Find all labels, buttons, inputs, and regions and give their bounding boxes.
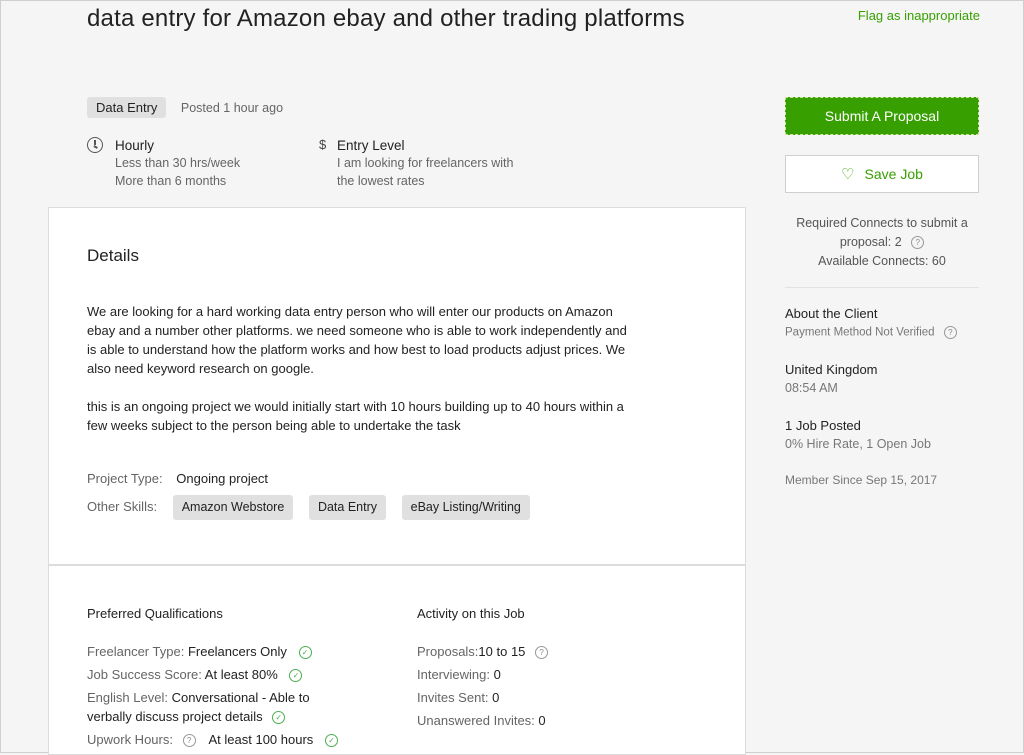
skill-tag[interactable]: Amazon Webstore (172, 495, 294, 520)
proposals-label: Proposals: (417, 644, 479, 659)
description-line: is able to understand how the platform w… (87, 342, 626, 357)
jss-label: Job Success Score: (87, 667, 202, 682)
question-icon[interactable]: ? (535, 646, 549, 660)
dollar-icon: $ (319, 137, 327, 152)
submit-proposal-button[interactable]: Submit A Proposal (785, 97, 979, 135)
client-local-time: 08:54 AM (785, 381, 838, 395)
clock-icon (87, 137, 103, 153)
jss-value: At least 80% (204, 667, 278, 682)
english-label: English Level: (87, 690, 168, 705)
english-level-row: English Level: Conversational - Able to … (87, 688, 310, 726)
hire-rate: 0% Hire Rate, 1 Open Job (785, 437, 931, 451)
connects-line3: Available Connects: 60 (818, 254, 946, 268)
unanswered-label: Unanswered Invites: (417, 713, 535, 728)
client-country: United Kingdom (785, 362, 878, 377)
interviewing-row: Interviewing: 0 (417, 665, 501, 684)
level-line1: I am looking for freelancers with (337, 156, 514, 170)
check-circle-icon: ✓ (324, 734, 338, 748)
details-heading: Details (87, 246, 139, 265)
payment-status: Payment Method Not Verified ? (785, 326, 957, 339)
payment-status-text: Payment Method Not Verified (785, 326, 935, 339)
submit-proposal-label: Submit A Proposal (824, 108, 940, 124)
interviewing-label: Interviewing: (417, 667, 490, 682)
english-value-line2: verbally discuss project details (87, 709, 263, 724)
other-skills-label: Other Skills: (87, 499, 158, 514)
posted-time: Posted 1 hour ago (180, 101, 284, 115)
description-line: ebay and a number other platforms. we ne… (87, 323, 627, 338)
invites-value: 0 (492, 690, 500, 705)
save-job-button[interactable]: ♡ Save Job (785, 155, 979, 193)
jobs-posted: 1 Job Posted (785, 418, 861, 433)
save-job-label: Save Job (864, 166, 923, 182)
job-success-row: Job Success Score: At least 80% ✓ (87, 665, 303, 684)
freelancer-type-label: Freelancer Type: (87, 644, 185, 659)
description-line: also need keyword research on google. (87, 361, 314, 376)
check-circle-icon: ✓ (272, 711, 286, 725)
details-description: We are looking for a hard working data e… (87, 302, 727, 435)
description-line: this is an ongoing project we would init… (87, 399, 624, 414)
other-skills-row: Other Skills: Amazon Webstore Data Entry… (87, 495, 542, 520)
proposals-value: 10 to 15 (478, 644, 526, 659)
check-circle-icon: ✓ (289, 669, 303, 683)
skill-tag[interactable]: Data Entry (308, 495, 386, 520)
english-value-line1: Conversational - Able to (171, 690, 310, 705)
member-since: Member Since Sep 15, 2017 (785, 473, 938, 487)
project-type-label: Project Type: (87, 471, 163, 486)
description-line: We are looking for a hard working data e… (87, 304, 613, 319)
job-meta-row: Data Entry Posted 1 hour ago (87, 97, 283, 118)
freelancer-type-row: Freelancer Type: Freelancers Only ✓ (87, 642, 312, 661)
hours-value: At least 100 hours (208, 732, 314, 747)
hourly-line1: Less than 30 hrs/week (115, 156, 241, 170)
connects-line2: proposal: 2 (839, 235, 902, 249)
job-title: data entry for Amazon ebay and other tra… (87, 5, 685, 32)
level-line2: the lowest rates (337, 174, 425, 188)
hours-label: Upwork Hours: (87, 732, 173, 747)
project-type-row: Project Type: Ongoing project (87, 469, 268, 488)
connects-line1: Required Connects to submit a (796, 216, 968, 230)
project-type-value: Ongoing project (176, 471, 269, 486)
level-title: Entry Level (337, 138, 405, 153)
invites-row: Invites Sent: 0 (417, 688, 499, 707)
proposals-row: Proposals:10 to 15 ? (417, 642, 549, 661)
upwork-hours-row: Upwork Hours: ? At least 100 hours ✓ (87, 730, 338, 749)
activity-heading: Activity on this Job (417, 606, 525, 621)
details-card: Details We are looking for a hard workin… (48, 207, 746, 565)
unanswered-value: 0 (538, 713, 546, 728)
hourly-line2: More than 6 months (115, 174, 227, 188)
freelancer-type-value: Freelancers Only (187, 644, 287, 659)
interviewing-value: 0 (493, 667, 501, 682)
qualifications-heading: Preferred Qualifications (87, 606, 223, 621)
category-tag[interactable]: Data Entry (87, 97, 167, 118)
unanswered-row: Unanswered Invites: 0 (417, 711, 546, 730)
connects-info: Required Connects to submit a proposal: … (785, 214, 979, 271)
question-icon[interactable]: ? (943, 326, 957, 339)
check-circle-icon: ✓ (298, 646, 312, 660)
invites-label: Invites Sent: (417, 690, 489, 705)
qualifications-card: Preferred Qualifications Freelancer Type… (48, 565, 746, 755)
sidebar-divider (785, 287, 979, 288)
question-icon[interactable]: ? (182, 734, 196, 748)
question-icon[interactable]: ? (911, 236, 925, 250)
flag-inappropriate-link[interactable]: Flag as inappropriate (858, 8, 980, 23)
description-line: few weeks subject to the person being ab… (87, 418, 461, 433)
about-client-heading: About the Client (785, 306, 878, 321)
hourly-title: Hourly (115, 138, 155, 153)
heart-icon: ♡ (841, 166, 855, 183)
skill-tag[interactable]: eBay Listing/Writing (401, 495, 530, 520)
